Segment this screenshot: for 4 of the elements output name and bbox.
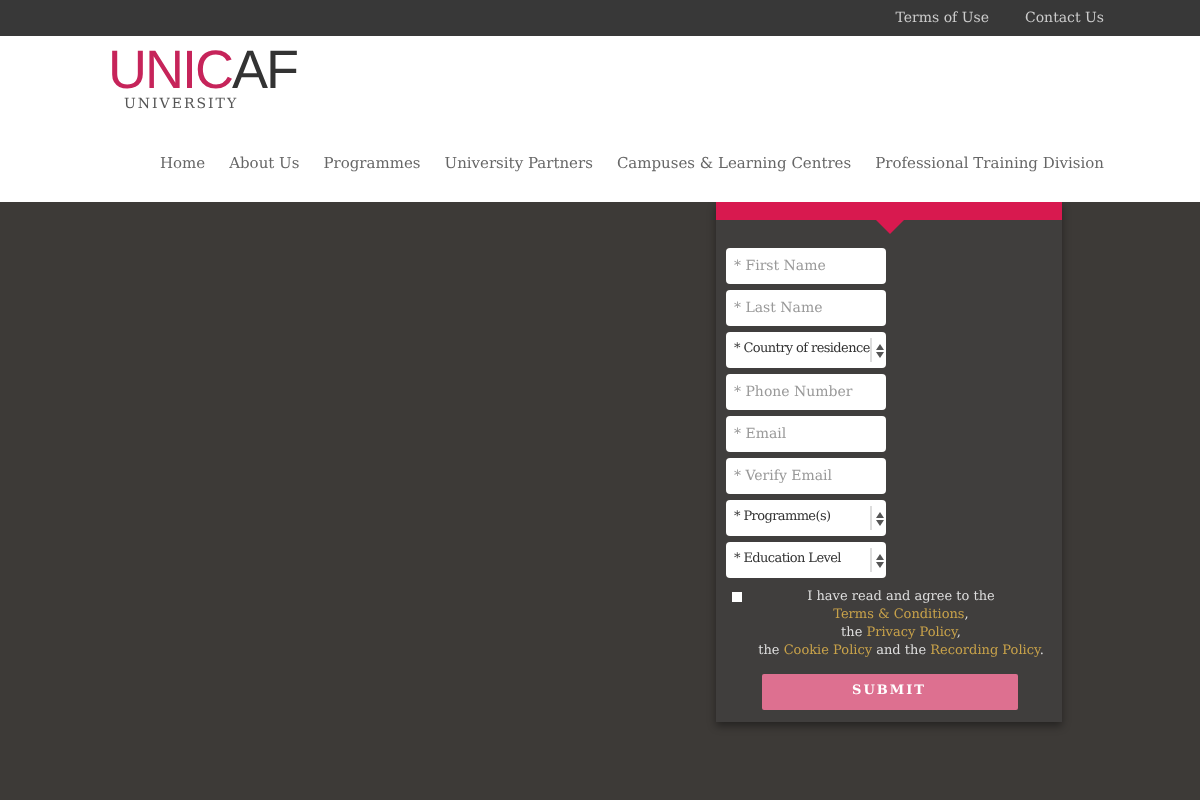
updown-icon (870, 548, 886, 572)
updown-icon (870, 506, 886, 530)
checkbox[interactable] (732, 592, 742, 602)
updown-icon (870, 338, 886, 362)
